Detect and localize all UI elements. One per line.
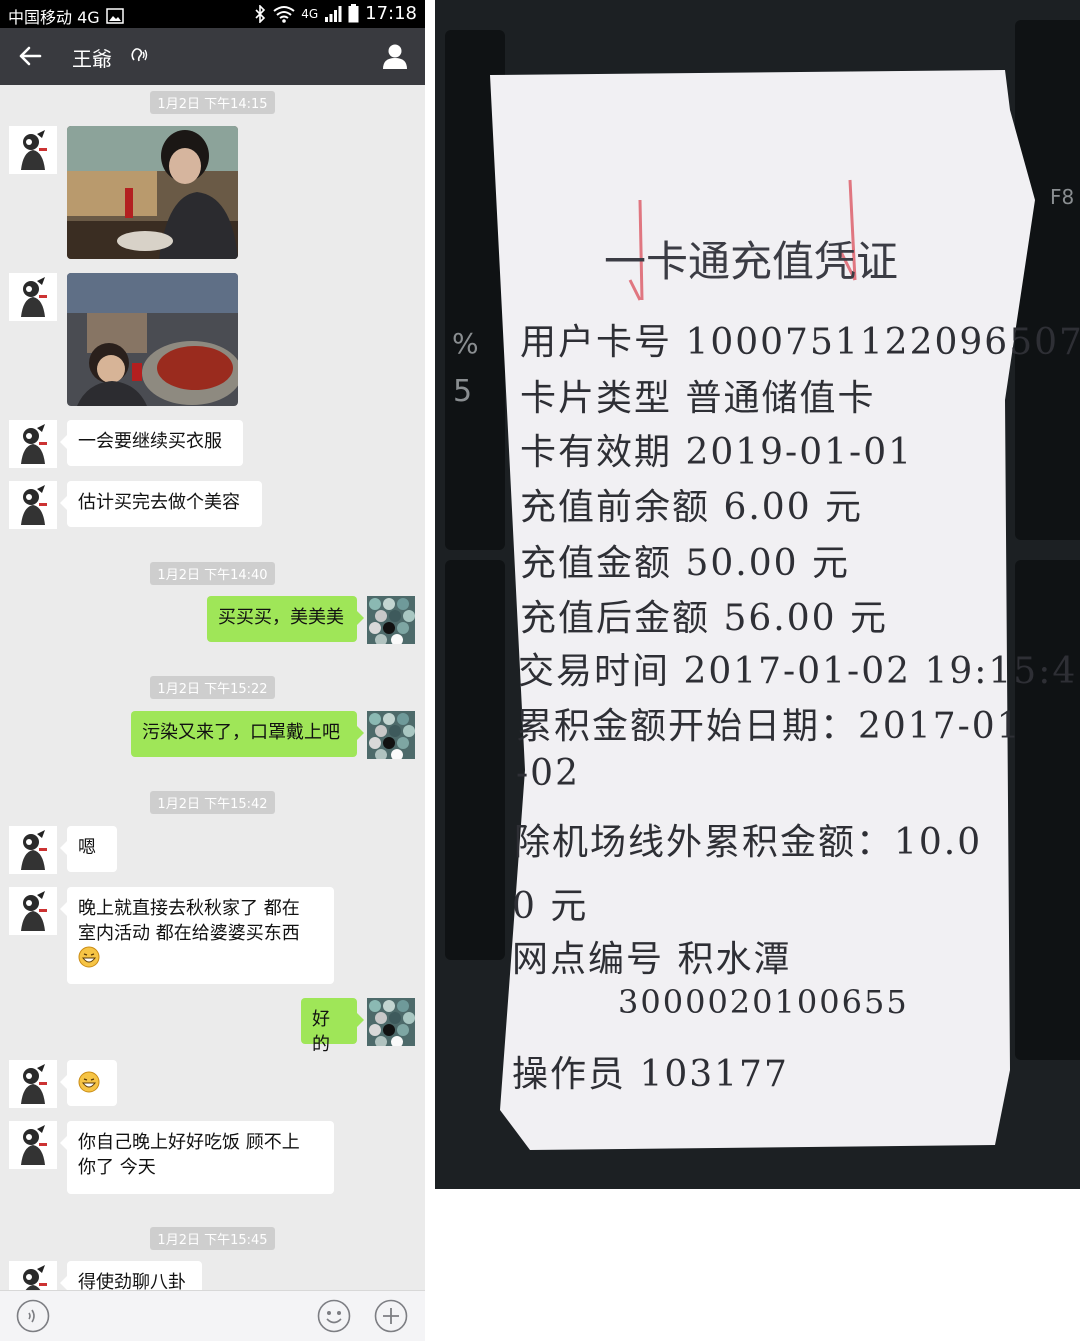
network-type-label: 4G xyxy=(301,6,319,21)
contact-name: 王爺 xyxy=(72,47,112,71)
contact-avatar[interactable] xyxy=(9,826,57,874)
person-icon[interactable] xyxy=(381,42,409,70)
timestamp: 1月2日 下午15:42 xyxy=(0,791,425,814)
contact-avatar[interactable] xyxy=(9,420,57,468)
contact-avatar[interactable] xyxy=(9,1121,57,1169)
contact-avatar[interactable] xyxy=(9,273,57,321)
bluetooth-icon xyxy=(255,4,266,23)
receipt-line: 充值后金额 56.00 元 xyxy=(520,598,888,639)
contact-avatar[interactable] xyxy=(9,1261,57,1290)
percent-key-label: % xyxy=(452,327,479,360)
battery-icon xyxy=(348,4,359,23)
my-avatar[interactable] xyxy=(367,998,415,1046)
chat-screenshot: 中国移动 4G 4G 17:18 王爺 1月2日 下午14:15 一会要继续买衣… xyxy=(0,0,425,1341)
timestamp: 1月2日 下午15:45 xyxy=(0,1227,425,1250)
my-avatar[interactable] xyxy=(367,596,415,644)
receipt-line: 3000020100655 xyxy=(618,983,909,1021)
receipt-line: 充值金额 50.00 元 xyxy=(520,543,850,584)
timestamp: 1月2日 下午14:15 xyxy=(0,91,425,114)
message-list[interactable]: 1月2日 下午14:15 一会要继续买衣服 估计买完去做个美容 1月2日 下午1… xyxy=(0,85,425,1290)
receipt-line: 充值前余额 6.00 元 xyxy=(520,487,864,528)
message-bubble[interactable]: 晚上就直接去秋秋家了 都在 室内活动 都在给婆婆买东西 xyxy=(60,887,334,984)
message-bubble[interactable]: 一会要继续买衣服 xyxy=(60,420,243,466)
receipt-line: -02 xyxy=(516,753,580,794)
receipt-line: 除机场线外累积金额：10.0 xyxy=(514,822,983,863)
grin-emoji-icon xyxy=(78,946,100,968)
message-bubble[interactable]: 得使劲聊八卦 xyxy=(60,1261,202,1290)
timestamp: 1月2日 下午15:22 xyxy=(0,676,425,699)
receipt-line: 网点编号 积水潭 xyxy=(512,939,792,980)
receipt-line: 卡片类型 普通储值卡 xyxy=(520,378,876,419)
contact-avatar[interactable] xyxy=(9,1060,57,1108)
receipt-line: 用户卡号 1000751122096507 xyxy=(520,322,1080,363)
message-bubble[interactable]: 你自己晚上好好吃饭 顾不上 你了 今天 xyxy=(60,1121,334,1194)
plus-icon[interactable] xyxy=(374,1299,408,1333)
receipt-line: 交易时间 2017-01-02 19:15:41 xyxy=(518,651,1080,692)
shared-photo[interactable] xyxy=(67,273,238,406)
grin-emoji-icon xyxy=(78,1071,100,1093)
receipt-line: 操作员 103177 xyxy=(512,1054,789,1095)
emoji-icon[interactable] xyxy=(317,1299,351,1333)
shared-photo[interactable] xyxy=(67,126,238,259)
receipt-line: 累积金额开始日期：2017-01 xyxy=(516,706,1022,747)
my-avatar[interactable] xyxy=(367,711,415,759)
chat-title-bar: 王爺 xyxy=(0,28,425,85)
signal-icon xyxy=(325,5,342,22)
message-bubble[interactable] xyxy=(60,1060,117,1106)
timestamp: 1月2日 下午14:40 xyxy=(0,562,425,585)
message-bubble[interactable]: 估计买完去做个美容 xyxy=(60,481,262,527)
receipt-line: 卡有效期 2019-01-01 xyxy=(520,432,914,473)
status-time: 17:18 xyxy=(365,3,417,24)
my-message-bubble[interactable]: 好的 xyxy=(301,998,364,1055)
f8-key-label: F8 xyxy=(1050,185,1075,209)
input-bar xyxy=(0,1290,425,1341)
message-bubble[interactable]: 嗯 xyxy=(60,826,117,872)
ear-icon xyxy=(131,48,148,62)
five-key-label: 5 xyxy=(453,374,473,409)
contact-avatar[interactable] xyxy=(9,126,57,174)
receipt-title: 一卡通充值凭证 xyxy=(604,237,899,286)
receipt-line: 0 元 xyxy=(512,886,589,927)
contact-avatar[interactable] xyxy=(9,481,57,529)
contact-avatar[interactable] xyxy=(9,887,57,935)
image-icon xyxy=(105,8,124,24)
my-message-bubble[interactable]: 买买买，美美美 xyxy=(207,596,364,642)
back-arrow-icon[interactable] xyxy=(14,40,46,72)
carrier-label: 中国移动 4G xyxy=(8,8,100,27)
my-message-bubble[interactable]: 污染又来了，口罩戴上吧 xyxy=(131,711,364,757)
voice-icon[interactable] xyxy=(16,1299,50,1333)
status-bar: 中国移动 4G 4G 17:18 xyxy=(0,0,425,28)
wifi-icon xyxy=(273,5,295,23)
